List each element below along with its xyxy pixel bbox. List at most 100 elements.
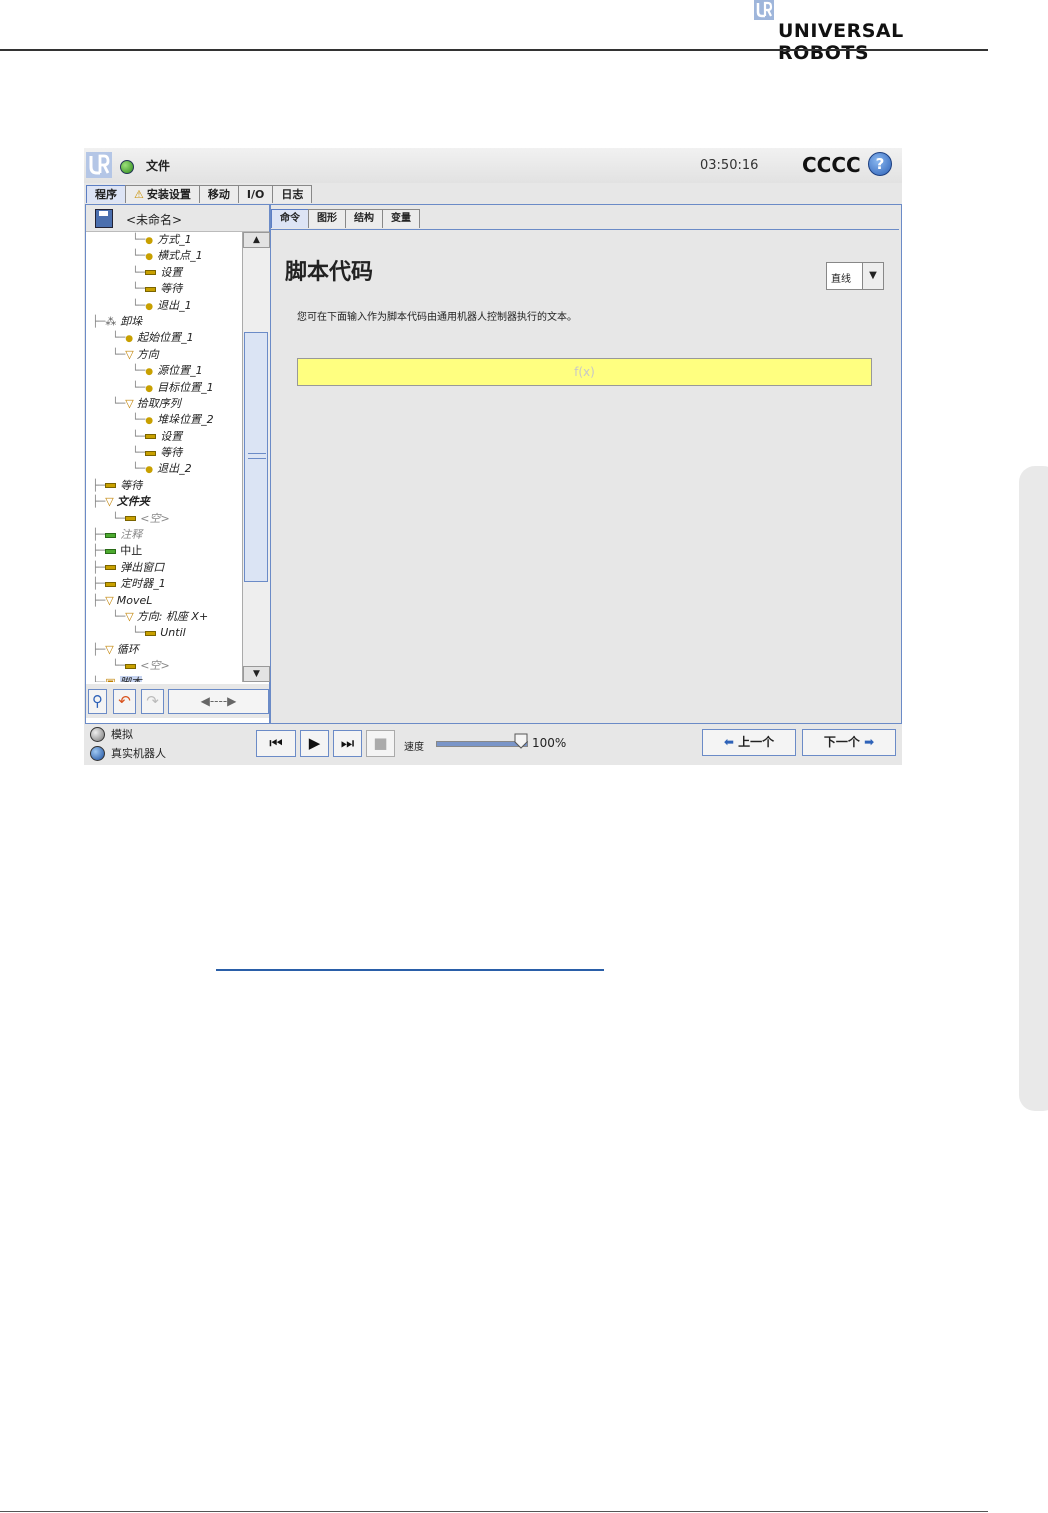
tab-program[interactable]: 程序	[86, 185, 126, 203]
tree-node[interactable]: ├─ 等待	[86, 478, 241, 494]
scroll-up-icon[interactable]: ▲	[243, 232, 270, 248]
tree-node[interactable]: ├─ 弹出窗口	[86, 560, 241, 576]
tree-connector: └─	[132, 282, 146, 296]
tree-node[interactable]: └─● 目标位置_1	[86, 380, 241, 396]
waypoint-icon: ●	[145, 416, 154, 427]
status-indicator-icon	[120, 160, 134, 174]
tree-connector: └─	[132, 380, 146, 394]
tree-node-label: 卸垛	[120, 314, 143, 328]
tree-node[interactable]: └─ 设置	[86, 265, 241, 281]
slider-thumb-icon[interactable]	[514, 733, 528, 749]
tree-node[interactable]: └─ 等待	[86, 281, 241, 297]
script-mode-select[interactable]: 直线 ▼	[826, 262, 884, 290]
search-icon[interactable]: ⚲	[88, 689, 107, 714]
tree-node[interactable]: └─▽ 方向	[86, 347, 241, 363]
script-code-field[interactable]: f(x)	[297, 358, 872, 386]
tree-connector: └─	[132, 626, 146, 640]
tree-node[interactable]: └─● 起始位置_1	[86, 330, 241, 346]
tree-node[interactable]: └─ Until	[86, 625, 241, 641]
scroll-thumb[interactable]	[244, 332, 268, 582]
tree-scrollbar[interactable]: ▲ ▼	[242, 232, 270, 682]
tree-node[interactable]: └─ 等待	[86, 445, 241, 461]
script-description: 您可在下面输入作为脚本代码由通用机器人控制器执行的文本。	[297, 312, 577, 323]
brand: UNIVERSAL ROBOTS	[754, 0, 994, 64]
help-icon[interactable]: ?	[868, 152, 892, 176]
tree-connector: ├─	[92, 642, 106, 656]
tree-node[interactable]: └─▽ 拾取序列	[86, 396, 241, 412]
tab-variables[interactable]: 变量	[382, 209, 420, 228]
tree-node-label: 拾取序列	[136, 396, 181, 410]
tree-node-label: 脚本	[119, 675, 142, 682]
tab-graphics[interactable]: 图形	[308, 209, 346, 228]
tree-node[interactable]: └─ 设置	[86, 429, 241, 445]
scroll-down-icon[interactable]: ▼	[243, 666, 270, 682]
save-icon[interactable]	[95, 209, 113, 228]
rewind-icon[interactable]: ⏮	[256, 730, 296, 757]
tree-node[interactable]: ├─ 注释	[86, 527, 241, 543]
tree-connector: └─	[132, 462, 146, 476]
step-icon[interactable]: ⏭	[333, 730, 362, 757]
play-icon[interactable]: ▶	[300, 730, 329, 757]
polyscope-window: 文件 03:50:16 CCCC ? 程序 ⚠ 安装设置 移动 I/O 日志 <未…	[84, 148, 902, 765]
tree-node[interactable]: ├─ 中止	[86, 543, 241, 559]
tree-node[interactable]: ├─⁂ 卸垛	[86, 314, 241, 330]
tree-connector: ├─	[92, 593, 106, 607]
redo-icon[interactable]: ↷	[141, 689, 164, 714]
tree-node[interactable]: ├─▣ 脚本	[86, 675, 241, 682]
tab-installation[interactable]: ⚠ 安装设置	[125, 185, 200, 203]
tree-node-label: 文件夹	[116, 495, 150, 509]
command-icon	[105, 565, 117, 571]
tab-command[interactable]: 命令	[271, 209, 309, 228]
bottom-bar: 模拟 真实机器人 ⏮ ▶ ⏭ ■ 速度 100% ⬅ 上一个 下一个 ➡	[84, 724, 902, 765]
tree-node[interactable]: ├─▽ MoveL	[86, 593, 241, 609]
tree-node[interactable]: └─● 源位置_1	[86, 363, 241, 379]
undo-icon[interactable]: ↶	[113, 689, 136, 714]
tab-io[interactable]: I/O	[237, 185, 274, 203]
waypoint-icon: ●	[145, 367, 154, 378]
tree-connector: └─	[112, 659, 126, 673]
tree-node-label: 堆垛位置_2	[157, 413, 214, 427]
tree-node[interactable]: └─● 堆垛位置_2	[86, 412, 241, 428]
tree-node[interactable]: └─ <空>	[86, 511, 241, 527]
command-icon	[105, 581, 117, 587]
simulate-radio[interactable]: 模拟	[90, 726, 133, 742]
tree-connector: ├─	[92, 314, 106, 328]
tree-connector: └─	[132, 429, 146, 443]
tree-node[interactable]: ├─▽ 文件夹	[86, 494, 241, 510]
tree-node[interactable]: ├─▽ 循环	[86, 642, 241, 658]
tree-node[interactable]: └─● 横式点_1	[86, 248, 241, 264]
tab-move[interactable]: 移动	[198, 185, 239, 203]
move-node-arrows-icon[interactable]: ◀----▶	[168, 689, 269, 714]
tab-log[interactable]: 日志	[272, 185, 313, 203]
tree-node[interactable]: ├─ 定时器_1	[86, 576, 241, 592]
tree-node[interactable]: └─● 退出_2	[86, 461, 241, 477]
tree-node[interactable]: └─▽ 方向: 机座 X+	[86, 609, 241, 625]
file-menu[interactable]: 文件	[146, 157, 170, 174]
tree-connector: └─	[132, 265, 146, 279]
tree-connector: ├─	[92, 495, 106, 509]
tree-node[interactable]: └─ <空>	[86, 658, 241, 674]
tree-connector: └─	[132, 413, 146, 427]
stop-icon[interactable]: ■	[366, 730, 395, 757]
tree-node-label: 方向	[136, 347, 159, 361]
tree-connector: ├─	[92, 577, 106, 591]
tree-connector: └─	[112, 609, 126, 623]
real-robot-radio[interactable]: 真实机器人	[90, 745, 166, 761]
command-icon	[105, 483, 117, 489]
tree-node-label: 设置	[160, 265, 183, 279]
sub-tabs: 命令 图形 结构 变量	[271, 209, 420, 229]
brand-name: UNIVERSAL ROBOTS	[778, 20, 904, 64]
tree-node[interactable]: └─● 方式_1	[86, 232, 241, 248]
tree-connector: └─	[132, 298, 146, 312]
command-panel: 命令 图形 结构 变量 脚本代码 直线 ▼ 您可在下面输入作为脚本代码由通用机器…	[270, 204, 902, 724]
chevron-down-icon[interactable]: ▼	[862, 263, 883, 289]
command-icon	[145, 434, 157, 440]
next-button[interactable]: 下一个 ➡	[802, 729, 896, 756]
waypoint-icon: ●	[125, 334, 134, 345]
previous-button[interactable]: ⬅ 上一个	[702, 729, 796, 756]
tree-node-label: 弹出窗口	[120, 560, 165, 574]
program-name-bar: <未命名>	[86, 205, 269, 232]
tab-structure[interactable]: 结构	[345, 209, 383, 228]
tree-node[interactable]: └─● 退出_1	[86, 298, 241, 314]
ur-logo-icon	[86, 152, 112, 178]
